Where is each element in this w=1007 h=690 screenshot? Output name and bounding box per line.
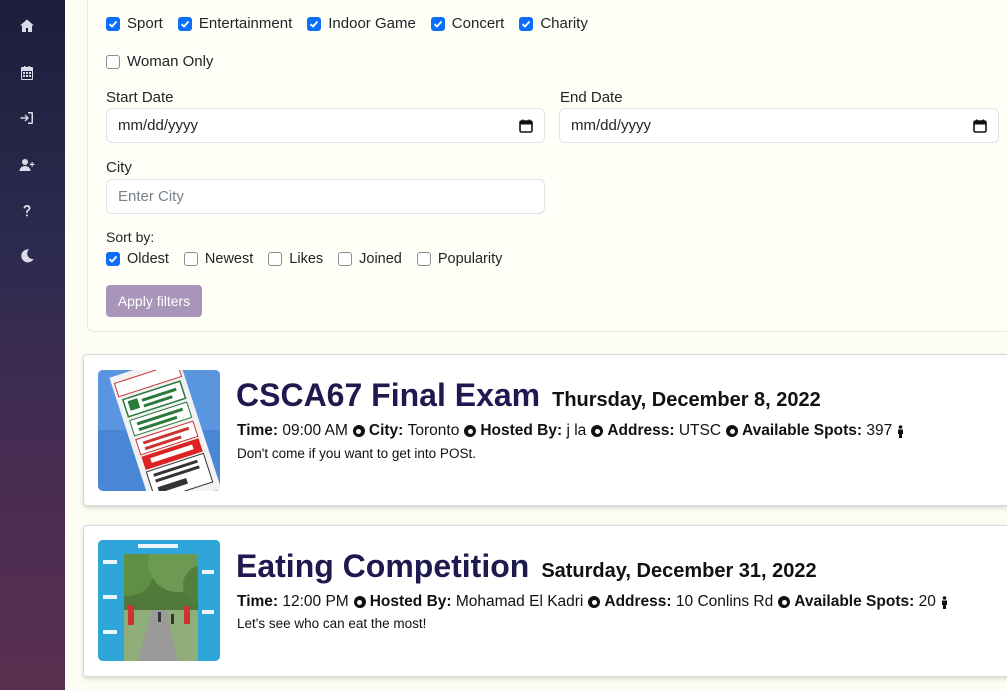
checkbox[interactable] bbox=[106, 16, 120, 31]
event-card[interactable]: CSCA67 Final Exam Thursday, December 8, … bbox=[83, 354, 1007, 506]
host-value: Mohamad El Kadri bbox=[455, 593, 584, 610]
bullet-icon bbox=[353, 596, 366, 608]
sort-option-newest[interactable]: Newest bbox=[183, 251, 254, 267]
category-indoor-game[interactable]: Indoor Game bbox=[307, 15, 416, 32]
end-date-input[interactable]: mm/dd/yyyy bbox=[559, 108, 999, 143]
bullet-icon bbox=[778, 596, 791, 608]
sidebar bbox=[0, 0, 65, 690]
category-label: Concert bbox=[451, 15, 505, 32]
sort-option-joined[interactable]: Joined bbox=[338, 251, 402, 267]
person-icon bbox=[936, 595, 949, 609]
bullet-icon bbox=[591, 425, 604, 437]
sort-option-oldest[interactable]: Oldest bbox=[106, 251, 169, 267]
checkbox[interactable] bbox=[177, 16, 192, 31]
checkbox[interactable] bbox=[338, 252, 353, 266]
sort-option-label: Newest bbox=[204, 251, 254, 267]
event-title[interactable]: Eating Competition bbox=[236, 548, 529, 585]
category-entertainment[interactable]: Entertainment bbox=[177, 15, 293, 32]
checkbox[interactable] bbox=[430, 16, 445, 31]
time-value: 12:00 PM bbox=[282, 593, 349, 610]
category-filters: Sport Entertainment Indoor Game Concert … bbox=[106, 15, 588, 32]
sort-by-label: Sort by: bbox=[106, 229, 155, 245]
sort-option-popularity[interactable]: Popularity bbox=[416, 251, 503, 267]
category-charity[interactable]: Charity bbox=[519, 15, 588, 32]
event-date: Thursday, December 8, 2022 bbox=[552, 389, 821, 411]
event-description: Let's see who can eat the most! bbox=[237, 616, 427, 631]
calendar-picker-icon[interactable] bbox=[973, 119, 987, 133]
apply-filters-button[interactable]: Apply filters bbox=[106, 285, 202, 317]
city-label: City bbox=[106, 159, 132, 176]
woman-only-label: Woman Only bbox=[127, 53, 214, 70]
end-date-label: End Date bbox=[560, 89, 623, 106]
category-label: Charity bbox=[540, 15, 588, 32]
host-value: j la bbox=[566, 422, 587, 439]
event-title-row: CSCA67 Final Exam Thursday, December 8, … bbox=[236, 377, 821, 414]
event-title[interactable]: CSCA67 Final Exam bbox=[236, 377, 540, 414]
event-meta: Time: 12:00 PM Hosted By: Mohamad El Kad… bbox=[237, 593, 949, 611]
checkbox[interactable] bbox=[307, 16, 322, 31]
start-date-input[interactable]: mm/dd/yyyy bbox=[106, 108, 545, 143]
calendar-picker-icon[interactable] bbox=[519, 119, 533, 133]
person-icon bbox=[892, 424, 905, 438]
calendar-icon[interactable] bbox=[17, 63, 37, 83]
event-meta: Time: 09:00 AM City: Toronto Hosted By: … bbox=[237, 422, 905, 440]
category-concert[interactable]: Concert bbox=[430, 15, 505, 32]
end-date-placeholder: mm/dd/yyyy bbox=[571, 117, 652, 134]
event-title-row: Eating Competition Saturday, December 31… bbox=[236, 548, 817, 585]
category-label: Indoor Game bbox=[328, 15, 416, 32]
sort-option-label: Joined bbox=[359, 251, 402, 267]
spots-label: Available Spots: bbox=[742, 422, 863, 439]
time-label: Time: bbox=[237, 593, 279, 610]
category-label: Entertainment bbox=[198, 15, 293, 32]
checkbox[interactable] bbox=[519, 16, 534, 31]
bullet-icon bbox=[352, 425, 365, 437]
bullet-icon bbox=[726, 425, 739, 437]
address-label: Address: bbox=[604, 593, 672, 610]
question-icon[interactable] bbox=[17, 201, 37, 221]
city-input[interactable]: Enter City bbox=[106, 179, 545, 214]
address-value: UTSC bbox=[678, 422, 722, 439]
event-image bbox=[98, 370, 220, 491]
time-label: Time: bbox=[237, 422, 279, 439]
sign-in-icon[interactable] bbox=[17, 108, 37, 128]
event-description: Don't come if you want to get into POSt. bbox=[237, 446, 476, 461]
sort-option-label: Popularity bbox=[437, 251, 503, 267]
woman-only-checkbox[interactable]: Woman Only bbox=[106, 53, 213, 70]
city-label: City: bbox=[368, 422, 404, 439]
category-sport[interactable]: Sport bbox=[106, 15, 163, 32]
woman-only-filter: Woman Only bbox=[106, 53, 213, 70]
start-date-placeholder: mm/dd/yyyy bbox=[118, 117, 199, 134]
start-date-label: Start Date bbox=[106, 89, 174, 106]
spots-label: Available Spots: bbox=[794, 593, 915, 610]
home-icon[interactable] bbox=[17, 16, 37, 36]
event-card[interactable]: Eating Competition Saturday, December 31… bbox=[83, 525, 1007, 677]
filters-panel bbox=[87, 0, 1007, 332]
city-placeholder: Enter City bbox=[118, 188, 184, 205]
sort-option-likes[interactable]: Likes bbox=[268, 251, 323, 267]
checkbox[interactable] bbox=[416, 252, 431, 266]
checkbox[interactable] bbox=[106, 54, 120, 69]
host-label: Hosted By: bbox=[369, 593, 452, 610]
host-label: Hosted By: bbox=[480, 422, 563, 439]
address-label: Address: bbox=[607, 422, 675, 439]
bullet-icon bbox=[464, 425, 477, 437]
category-label: Sport bbox=[127, 15, 163, 32]
address-value: 10 Conlins Rd bbox=[675, 593, 774, 610]
moon-icon[interactable] bbox=[17, 246, 37, 266]
checkbox[interactable] bbox=[183, 252, 198, 266]
checkbox[interactable] bbox=[106, 252, 120, 266]
event-date: Saturday, December 31, 2022 bbox=[541, 560, 817, 582]
user-plus-icon[interactable] bbox=[17, 155, 37, 175]
sort-options: Oldest Newest Likes Joined Popularity bbox=[106, 251, 502, 267]
spots-value: 397 bbox=[866, 422, 893, 439]
sort-option-label: Likes bbox=[289, 251, 324, 267]
sort-option-label: Oldest bbox=[127, 251, 169, 267]
checkbox[interactable] bbox=[268, 252, 283, 266]
spots-value: 20 bbox=[918, 593, 936, 610]
time-value: 09:00 AM bbox=[282, 422, 348, 439]
bullet-icon bbox=[588, 596, 601, 608]
event-image bbox=[98, 540, 220, 661]
city-value: Toronto bbox=[407, 422, 460, 439]
